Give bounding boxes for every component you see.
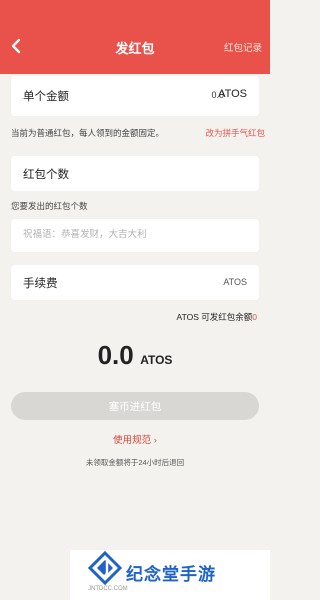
packet-count-field[interactable]: 红包个数 bbox=[11, 156, 259, 191]
switch-to-lucky-packet-link[interactable]: 改为拼手气红包 bbox=[205, 127, 265, 139]
usage-rules-link[interactable]: 使用规范 › bbox=[0, 432, 270, 446]
jntdcc-logo-icon bbox=[88, 551, 122, 585]
single-amount-unit: ATOS bbox=[218, 88, 247, 100]
fee-label: 手续费 bbox=[23, 278, 58, 290]
refund-note: 未领取金额将于24小时后退回 bbox=[85, 458, 185, 467]
blessing-input[interactable] bbox=[23, 229, 243, 240]
watermark-text: 纪念堂手游 bbox=[126, 565, 216, 584]
chevron-right-icon: › bbox=[153, 435, 157, 446]
put-coins-in-packet-button[interactable]: 塞币进红包 bbox=[11, 392, 259, 420]
packet-count-hint: 您要发出的红包个数 bbox=[11, 201, 88, 211]
usage-rules-label: 使用规范 bbox=[113, 435, 152, 446]
packet-count-label: 红包个数 bbox=[23, 169, 69, 181]
site-watermark: 纪念堂手游 JNTDCC.COM bbox=[70, 550, 270, 600]
red-packet-record-link[interactable]: 红包记录 bbox=[224, 40, 262, 54]
available-balance: ATOS 可发红包余额0 bbox=[177, 311, 257, 323]
watermark-url: JNTDCC.COM bbox=[88, 586, 128, 592]
total-amount-value: 0.0 bbox=[97, 340, 134, 370]
available-balance-value: 0 bbox=[252, 312, 257, 322]
fee-unit: ATOS bbox=[223, 277, 247, 287]
total-amount-unit: ATOS bbox=[140, 353, 173, 367]
single-amount-field[interactable]: 单个金额 0.0 ATOS bbox=[11, 76, 259, 116]
available-balance-label: ATOS 可发红包余额 bbox=[176, 312, 253, 322]
total-amount-display: 0.0 ATOS bbox=[0, 340, 270, 371]
single-amount-label: 单个金额 bbox=[23, 91, 69, 103]
top-navigation-bar: 发红包 红包记录 bbox=[0, 0, 270, 74]
blessing-field[interactable] bbox=[11, 219, 259, 252]
fee-row: 手续费 ATOS bbox=[11, 265, 259, 300]
